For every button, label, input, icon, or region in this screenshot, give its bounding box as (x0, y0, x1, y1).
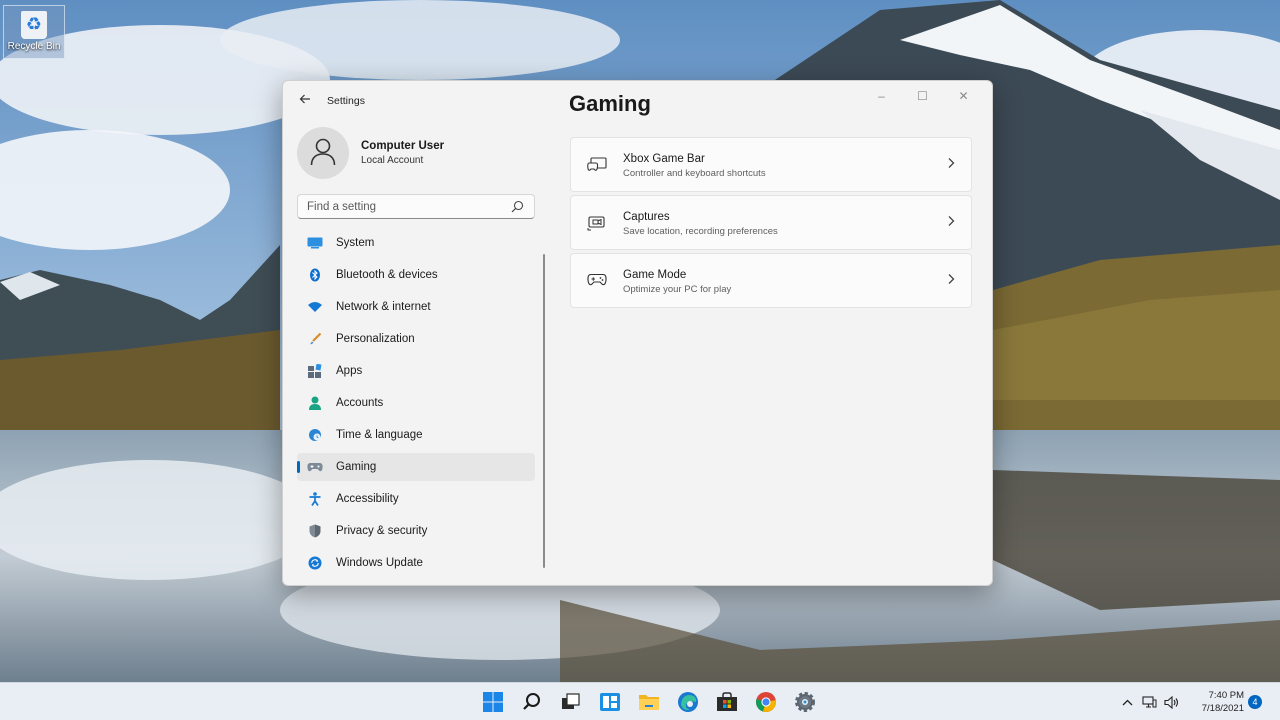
file-explorer-icon (638, 695, 659, 710)
search-icon (511, 200, 524, 213)
minimize-button[interactable]: – (861, 85, 902, 107)
page-title: Gaming (569, 91, 651, 116)
search-box[interactable] (297, 194, 535, 219)
taskbar: 7:40 PM 7/18/2021 4 (0, 682, 1280, 720)
wifi-icon (307, 299, 323, 315)
profile-name: Computer User (361, 140, 445, 152)
update-icon (307, 555, 323, 571)
widgets-button[interactable] (590, 685, 629, 719)
nav-label-network: Network & internet (336, 301, 431, 313)
settings-nav: System Bluetooth & devices Network & int… (297, 229, 535, 581)
store-icon (716, 692, 737, 711)
clock-time: 7:40 PM (1208, 690, 1244, 701)
search-input[interactable] (298, 195, 498, 218)
settings-window: – ☐ ✕ Settings Computer User Local Accou… (282, 80, 993, 586)
search-icon (522, 693, 540, 710)
game-bar-icon (587, 157, 607, 171)
chevron-right-icon (947, 272, 955, 288)
clock[interactable]: 7:40 PM 7/18/2021 (1188, 689, 1244, 715)
back-button[interactable] (297, 92, 313, 108)
maximize-button[interactable]: ☐ (902, 85, 943, 107)
nav-label-accounts: Accounts (336, 397, 384, 409)
card-game-mode[interactable]: Game Mode Optimize your PC for play (570, 253, 972, 308)
system-tray (1116, 683, 1182, 720)
apps-icon (307, 363, 323, 379)
app-title: Settings (327, 95, 365, 107)
arrow-left-icon (299, 94, 310, 104)
chrome-icon (755, 692, 776, 712)
person-avatar-icon (310, 138, 336, 166)
network-icon[interactable] (1138, 692, 1160, 712)
nav-scrollbar[interactable] (543, 254, 545, 568)
nav-item-network[interactable]: Network & internet (297, 293, 535, 321)
nav-item-windows-update[interactable]: Windows Update (297, 549, 535, 577)
capture-icon (587, 216, 605, 231)
recycle-bin-desktop-icon[interactable]: Recycle Bin (3, 5, 65, 59)
recycle-bin-icon (21, 11, 47, 39)
brush-icon (307, 331, 323, 347)
avatar (297, 127, 349, 179)
task-view-icon (561, 693, 580, 709)
notification-badge[interactable]: 4 (1248, 695, 1262, 709)
nav-item-system[interactable]: System (297, 229, 535, 257)
nav-label-personalization: Personalization (336, 333, 415, 345)
nav-label-apps: Apps (336, 365, 363, 377)
nav-label-privacy-security: Privacy & security (336, 525, 428, 537)
accessibility-icon (307, 491, 323, 507)
nav-label-accessibility: Accessibility (336, 493, 399, 505)
nav-item-personalization[interactable]: Personalization (297, 325, 535, 353)
bluetooth-icon (307, 267, 323, 283)
nav-item-accounts[interactable]: Accounts (297, 389, 535, 417)
clock-date: 7/18/2021 (1201, 703, 1244, 714)
card-title-game-mode: Game Mode (623, 269, 687, 281)
edge-icon (677, 692, 698, 712)
gaming-settings-list: Xbox Game Bar Controller and keyboard sh… (570, 137, 972, 311)
card-subtitle-xbox-game-bar: Controller and keyboard shortcuts (623, 168, 766, 179)
file-explorer-button[interactable] (629, 685, 668, 719)
window-controls: – ☐ ✕ (861, 85, 984, 107)
profile-account-type: Local Account (361, 155, 424, 166)
settings-icon (794, 692, 815, 712)
user-profile[interactable]: Computer User Local Account (297, 127, 444, 179)
nav-item-accessibility[interactable]: Accessibility (297, 485, 535, 513)
system-icon (307, 235, 323, 251)
nav-item-gaming[interactable]: Gaming (297, 453, 535, 481)
settings-button[interactable] (785, 685, 824, 719)
start-button[interactable] (473, 685, 512, 719)
taskbar-search-button[interactable] (512, 685, 551, 719)
globe-clock-icon (307, 427, 323, 443)
widgets-icon (599, 693, 620, 711)
shield-icon (307, 523, 323, 539)
recycle-bin-label: Recycle Bin (7, 41, 61, 52)
chrome-button[interactable] (746, 685, 785, 719)
game-mode-icon (587, 273, 607, 286)
chevron-right-icon (947, 214, 955, 230)
card-title-captures: Captures (623, 211, 670, 223)
store-button[interactable] (707, 685, 746, 719)
nav-label-windows-update: Windows Update (336, 557, 423, 569)
card-captures[interactable]: Captures Save location, recording prefer… (570, 195, 972, 250)
volume-icon[interactable] (1160, 692, 1182, 712)
nav-label-gaming: Gaming (336, 461, 377, 473)
controller-icon (307, 459, 323, 475)
card-xbox-game-bar[interactable]: Xbox Game Bar Controller and keyboard sh… (570, 137, 972, 192)
card-subtitle-game-mode: Optimize your PC for play (623, 284, 732, 295)
taskbar-apps (473, 683, 824, 720)
tray-chevron-up-icon[interactable] (1116, 692, 1138, 712)
close-button[interactable]: ✕ (943, 85, 984, 107)
edge-button[interactable] (668, 685, 707, 719)
card-title-xbox-game-bar: Xbox Game Bar (623, 153, 705, 165)
nav-item-privacy-security[interactable]: Privacy & security (297, 517, 535, 545)
person-icon (307, 395, 323, 411)
nav-label-time-language: Time & language (336, 429, 423, 441)
task-view-button[interactable] (551, 685, 590, 719)
nav-item-apps[interactable]: Apps (297, 357, 535, 385)
start-icon (482, 692, 503, 712)
nav-item-time-language[interactable]: Time & language (297, 421, 535, 449)
nav-label-bluetooth: Bluetooth & devices (336, 269, 438, 281)
nav-label-system: System (336, 237, 375, 249)
card-subtitle-captures: Save location, recording preferences (623, 226, 778, 237)
chevron-right-icon (947, 156, 955, 172)
nav-item-bluetooth[interactable]: Bluetooth & devices (297, 261, 535, 289)
